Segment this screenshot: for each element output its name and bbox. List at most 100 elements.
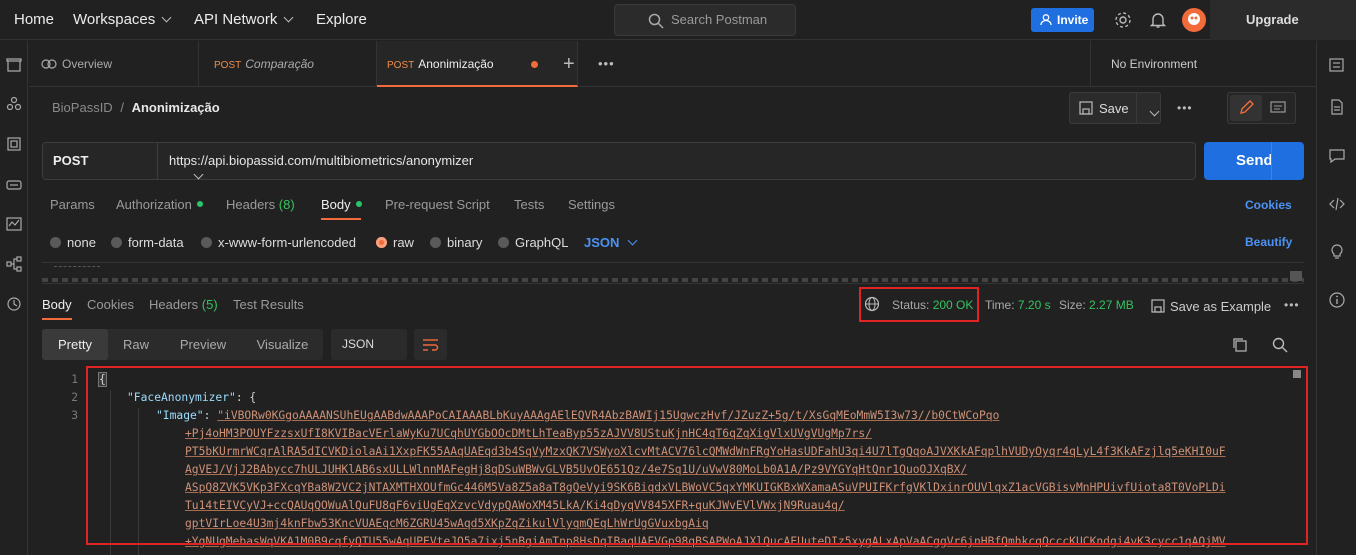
chevron-down-icon: [283, 12, 294, 23]
save-button[interactable]: Save: [1069, 92, 1161, 124]
tab-settings[interactable]: Settings: [568, 197, 615, 212]
left-sidebar: [0, 41, 28, 555]
tab-params[interactable]: Params: [50, 197, 95, 212]
method-label: POST: [53, 153, 89, 168]
url-bar: POST https://api.biopassid.com/multibiom…: [42, 142, 1196, 180]
scrollbar-thumb[interactable]: [1290, 271, 1302, 281]
tab-anonimizacao[interactable]: POST Anonimização: [377, 41, 578, 87]
line-number: 3: [71, 409, 78, 422]
response-size[interactable]: Size: 2.27 MB: [1059, 298, 1134, 312]
response-tab-cookies[interactable]: Cookies: [87, 297, 134, 312]
tab-headers[interactable]: Headers (8): [226, 197, 295, 212]
upgrade-button[interactable]: Upgrade: [1210, 0, 1356, 40]
environment-selector[interactable]: No Environment: [1090, 41, 1316, 87]
upgrade-label: Upgrade: [1246, 12, 1299, 27]
tab-method: POST: [214, 60, 242, 71]
radio-binary-label: binary: [447, 235, 483, 250]
copy-icon[interactable]: [1232, 337, 1247, 352]
radio-form-data[interactable]: form-data: [111, 235, 184, 250]
radio-circle: [50, 237, 61, 248]
view-pretty[interactable]: Pretty: [42, 329, 108, 360]
nav-home[interactable]: Home: [14, 0, 54, 40]
environment-label: No Environment: [1111, 57, 1198, 71]
request-body-editor[interactable]: [42, 262, 1304, 284]
line-number: 2: [71, 391, 78, 404]
breadcrumb-parent[interactable]: BioPassID: [52, 100, 113, 115]
tab-anonimizacao-label: Anonimização: [418, 57, 494, 71]
flows-icon[interactable]: [6, 256, 22, 272]
radio-raw-label: raw: [393, 235, 414, 250]
unsaved-dot: [531, 61, 538, 68]
search-input[interactable]: Search Postman: [614, 4, 796, 36]
method-select[interactable]: POST: [43, 143, 204, 180]
nav-explore[interactable]: Explore: [316, 0, 367, 40]
radio-none[interactable]: none: [50, 235, 96, 250]
top-bar: Home Workspaces API Network Explore Sear…: [0, 0, 1356, 40]
monitors-icon[interactable]: [6, 216, 22, 232]
radio-raw[interactable]: raw: [376, 235, 414, 250]
response-tab-body[interactable]: Body: [42, 297, 72, 312]
view-preview[interactable]: Preview: [164, 329, 242, 360]
time-label: Time:: [985, 298, 1015, 312]
more-actions-icon[interactable]: •••: [1177, 101, 1193, 115]
avatar[interactable]: [1181, 7, 1207, 33]
response-format-select[interactable]: JSON: [331, 329, 445, 360]
invite-button[interactable]: Invite: [1031, 8, 1094, 32]
apis-icon[interactable]: [6, 96, 22, 112]
tab-authorization[interactable]: Authorization: [116, 197, 203, 212]
collections-icon[interactable]: [6, 57, 22, 73]
tab-body[interactable]: Body: [321, 197, 362, 212]
history-icon[interactable]: [6, 296, 22, 312]
wrap-lines-button[interactable]: [414, 329, 447, 360]
response-more-icon[interactable]: •••: [1284, 298, 1300, 312]
tab-overview[interactable]: Overview: [29, 41, 199, 87]
nav-workspaces[interactable]: Workspaces: [73, 0, 172, 40]
save-as-example-label: Save as Example: [1170, 299, 1272, 314]
bell-icon[interactable]: [1150, 11, 1166, 29]
save-icon: [1079, 101, 1093, 115]
environment-quick-look-icon[interactable]: [1329, 57, 1345, 73]
radio-none-label: none: [67, 235, 96, 250]
view-visualize[interactable]: Visualize: [242, 329, 323, 360]
comment-icon[interactable]: [1270, 101, 1286, 115]
response-tab-test-results[interactable]: Test Results: [233, 297, 304, 312]
active-tab-underline: [321, 218, 361, 220]
mock-servers-icon[interactable]: [6, 176, 22, 192]
new-tab-button[interactable]: +: [563, 53, 575, 76]
documentation-icon[interactable]: [1329, 99, 1345, 115]
response-time[interactable]: Time: 7.20 s: [985, 298, 1051, 312]
radio-circle: [430, 237, 441, 248]
edit-mode-button[interactable]: [1230, 95, 1262, 121]
code-icon[interactable]: [1329, 196, 1345, 212]
radio-urlencoded[interactable]: x-www-form-urlencoded: [201, 235, 356, 250]
search-icon[interactable]: [1272, 337, 1288, 353]
radio-form-data-label: form-data: [128, 235, 184, 250]
nav-api-network[interactable]: API Network: [194, 0, 294, 40]
overview-icon: [41, 59, 57, 69]
chevron-down-icon: [627, 235, 638, 246]
view-raw[interactable]: Raw: [108, 329, 164, 360]
body-language-select[interactable]: JSON: [584, 235, 638, 250]
chevron-down-icon: [161, 12, 172, 23]
cookies-link[interactable]: Cookies: [1245, 198, 1292, 212]
breadcrumb-current: Anonimização: [131, 100, 220, 115]
environments-icon[interactable]: [6, 136, 22, 152]
chevron-down-icon[interactable]: [1149, 106, 1160, 117]
beautify-link[interactable]: Beautify: [1245, 235, 1292, 249]
send-button[interactable]: Send: [1204, 142, 1304, 180]
gear-icon[interactable]: [1114, 11, 1132, 29]
save-label: Save: [1099, 101, 1129, 116]
response-tab-headers[interactable]: Headers (5): [149, 297, 218, 312]
response-format-label: JSON: [342, 337, 375, 351]
info-icon[interactable]: [1329, 292, 1345, 308]
save-as-example-button[interactable]: Save as Example: [1151, 297, 1271, 314]
lightbulb-icon[interactable]: [1329, 243, 1345, 259]
radio-binary[interactable]: binary: [430, 235, 482, 250]
tab-tests[interactable]: Tests: [514, 197, 544, 212]
tab-comparacao[interactable]: POST Comparação: [199, 41, 377, 87]
radio-graphql[interactable]: GraphQL: [498, 235, 568, 250]
more-tabs-icon[interactable]: •••: [598, 56, 615, 71]
tab-pre-request-script[interactable]: Pre-request Script: [385, 197, 490, 212]
comments-icon[interactable]: [1329, 148, 1345, 164]
url-input[interactable]: https://api.biopassid.com/multibiometric…: [169, 143, 473, 179]
